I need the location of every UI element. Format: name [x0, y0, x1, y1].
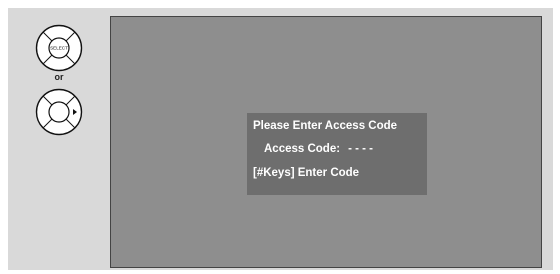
access-code-label: Access Code: [264, 143, 341, 155]
select-label: SELECT [50, 46, 68, 51]
access-code-value[interactable]: - - - - [348, 143, 373, 155]
tv-screen: Please Enter Access Code Access Code: - -… [110, 16, 542, 268]
dialog-help-text: [#Keys] Enter Code [253, 167, 360, 179]
access-code-dialog: Please Enter Access Code Access Code: - -… [247, 113, 427, 195]
dialog-title: Please Enter Access Code [253, 120, 398, 132]
remote-control-panel: SELECT or [8, 8, 108, 270]
dpad-right-arrow-icon[interactable] [35, 88, 83, 136]
or-label: or [54, 72, 64, 82]
access-code-row[interactable]: Access Code: - - - - [264, 143, 373, 155]
dpad-select-icon[interactable]: SELECT [35, 24, 83, 72]
